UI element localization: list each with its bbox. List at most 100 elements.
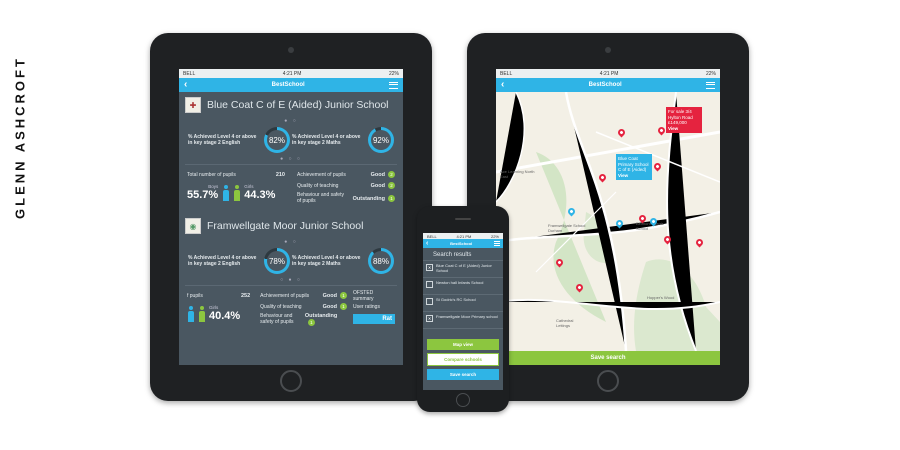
map-label: Ace Learning North East: [500, 169, 535, 179]
menu-icon[interactable]: [705, 81, 715, 89]
boy-icon: [187, 305, 194, 322]
teaching-badge: 2: [388, 182, 395, 189]
battery: 22%: [705, 70, 716, 77]
result-item[interactable]: ✕ Blue Coat C of E (Aided) Junior School: [423, 260, 503, 277]
rate-button[interactable]: Rat: [353, 314, 395, 324]
property-popup[interactable]: For sale 3/4 Hylton Road £149,000 View: [666, 107, 702, 133]
maths-stat: % Achieved Level 4 or above in key stage…: [292, 248, 394, 274]
behaviour-label: Behaviour and safety of pupils: [260, 313, 294, 325]
home-button[interactable]: [280, 370, 302, 392]
achievement-badge: 1: [340, 292, 347, 299]
right-tablet-screen: BELL 4:21 PM 22% ‹ BestSchool Framwellga…: [496, 69, 720, 365]
result-label: Framwellgate Moor Primary school: [436, 314, 498, 319]
result-item[interactable]: St Godric's RC School: [423, 294, 503, 311]
camera: [288, 47, 294, 53]
property-view-link[interactable]: View: [668, 126, 678, 131]
battery: 22%: [388, 70, 399, 77]
pupils-label: Total number of pupils: [187, 171, 236, 178]
save-search-button[interactable]: Save search: [496, 351, 720, 365]
home-button[interactable]: [456, 393, 470, 407]
clock: 4:21 PM: [282, 70, 302, 77]
status-bar: BELL 4:21 PM 22%: [179, 69, 403, 78]
back-icon[interactable]: ‹: [184, 80, 187, 90]
school-name-2: Framwellgate Moor Junior School: [207, 220, 364, 232]
left-tablet: BELL 4:21 PM 22% ‹ BestSchool ✚ Blue Coa…: [150, 33, 432, 401]
english-stat: % Achieved Level 4 or above in key stage…: [188, 248, 290, 274]
english-label: % Achieved Level 4 or above in key stage…: [188, 255, 257, 267]
school-view-link[interactable]: View: [618, 173, 628, 178]
school-crest-icon: ◉: [185, 218, 201, 234]
school-popup-text: Blue Coat Primary School C of E (Aided): [618, 156, 649, 172]
ofsted-summary-link[interactable]: OFSTED summary: [353, 290, 395, 302]
ratings-col: OFSTED summary User ratings Rat: [353, 290, 395, 326]
app-logo: BestSchool: [588, 82, 622, 88]
school-crest-icon: ✚: [185, 97, 201, 113]
menu-icon[interactable]: [388, 81, 398, 89]
result-label: Newton hall Infants School: [436, 280, 484, 285]
gender-split: Boys 55.7% Girls 44.3%: [187, 184, 285, 201]
teaching-label: Quality of teaching: [297, 182, 339, 189]
detail-row-2: f pupils 252 Girls 40.4% Achievement of p…: [179, 288, 403, 328]
clock: 4:21 PM: [456, 233, 472, 239]
ofsted-col: Achievement of pupils Good 2 Quality of te…: [297, 169, 395, 205]
teaching-value: Good: [370, 183, 385, 189]
menu-icon[interactable]: [493, 241, 500, 246]
english-stat: % Achieved Level 4 or above in key stage…: [188, 127, 290, 153]
save-search-button[interactable]: Save search: [427, 369, 499, 380]
pupils-col: f pupils 252 Girls 40.4%: [187, 290, 250, 326]
detail-row-1: Total number of pupils 210 Boys 55.7% Gir…: [179, 167, 403, 207]
english-pct: 78%: [268, 256, 285, 266]
gender-split: Girls 40.4%: [187, 305, 250, 322]
phone-screen: BELL 4:21 PM 22% ‹ BestSchool Search res…: [423, 233, 503, 390]
english-pct: 82%: [268, 135, 285, 145]
back-icon[interactable]: ‹: [501, 80, 504, 90]
map-view[interactable]: Framwellgate School Durham Belmont Infan…: [496, 92, 720, 351]
checkbox[interactable]: [426, 281, 433, 288]
map-label: Hopper's Wood: [647, 295, 675, 300]
back-icon[interactable]: ‹: [426, 240, 428, 247]
teaching-badge: 1: [340, 303, 347, 310]
result-item[interactable]: ✕ Framwellgate Moor Primary school: [423, 311, 503, 329]
maths-label: % Achieved Level 4 or above in key stage…: [292, 255, 361, 267]
girl-icon: [233, 184, 240, 201]
girl-icon: [198, 305, 205, 322]
checkbox-checked[interactable]: ✕: [426, 315, 433, 322]
school-header-1[interactable]: ✚ Blue Coat C of E (Aided) Junior School: [179, 92, 403, 118]
behaviour-label: Behaviour and safety of pupils: [297, 192, 344, 204]
brand-name: GLENN ASHCROFT: [12, 56, 28, 219]
school-popup[interactable]: Blue Coat Primary School C of E (Aided) …: [616, 154, 652, 180]
english-label: % Achieved Level 4 or above in key stage…: [188, 134, 257, 146]
pupils-col: Total number of pupils 210 Boys 55.7% Gir…: [187, 169, 285, 205]
maths-stat: % Achieved Level 4 or above in key stage…: [292, 127, 394, 153]
divider: [185, 164, 397, 165]
ofsted-col: Achievement of pupils Good 1 Quality of te…: [260, 290, 347, 326]
compare-schools-button[interactable]: Compare schools: [427, 353, 499, 366]
boy-icon: [222, 184, 229, 201]
boys-pct: 55.7%: [187, 189, 219, 201]
result-label: St Godric's RC School: [436, 297, 476, 302]
clock: 4:21 PM: [599, 70, 619, 77]
results-title: Search results: [433, 252, 472, 258]
status-bar: BELL 4:21 PM 22%: [423, 233, 503, 239]
map-label: Framwellgate School Durham: [548, 223, 586, 233]
status-bar: BELL 4:21 PM 22%: [496, 69, 720, 78]
behaviour-badge: 1: [307, 318, 315, 326]
achievement-badge: 2: [388, 171, 395, 178]
achievement-label: Achievement of pupils: [297, 171, 346, 178]
checkbox-checked[interactable]: ✕: [426, 264, 433, 271]
map-view-button[interactable]: Map view: [427, 339, 499, 350]
property-popup-text: For sale 3/4 Hylton Road £149,000: [668, 109, 693, 125]
result-item[interactable]: Newton hall Infants School: [423, 277, 503, 294]
phone: BELL 4:21 PM 22% ‹ BestSchool Search res…: [417, 206, 509, 412]
school-header-2[interactable]: ◉ Framwellgate Moor Junior School: [179, 213, 403, 239]
user-ratings-link[interactable]: User ratings: [353, 304, 380, 310]
home-button[interactable]: [597, 370, 619, 392]
result-label: Blue Coat C of E (Aided) Junior School: [436, 263, 492, 273]
english-ring: 78%: [264, 248, 290, 274]
maths-pct: 92%: [372, 135, 389, 145]
app-header: ‹ BestSchool: [179, 78, 403, 92]
achievement-value: Good: [370, 172, 385, 178]
checkbox[interactable]: [426, 298, 433, 305]
maths-pct: 88%: [372, 256, 389, 266]
map-label: Cathedral Lettings: [556, 318, 574, 328]
